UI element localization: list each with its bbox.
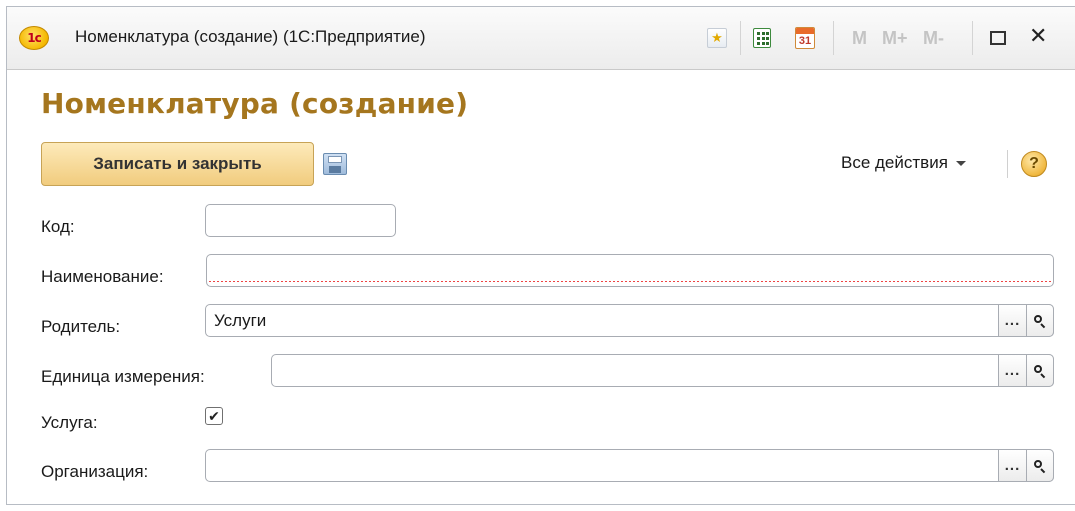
organization-search-icon[interactable] — [1026, 449, 1054, 482]
unit-search-icon[interactable] — [1026, 354, 1054, 387]
maximize-icon[interactable] — [990, 27, 1006, 49]
unit-label: Единица измерения: — [41, 367, 205, 386]
code-input[interactable] — [205, 204, 396, 237]
all-actions-menu[interactable]: Все действия — [841, 153, 966, 173]
organization-field-buttons: ... — [998, 449, 1054, 482]
organization-select-button[interactable]: ... — [998, 449, 1026, 482]
service-label: Услуга: — [41, 413, 98, 432]
toolbar-separator — [1007, 150, 1008, 178]
calendar-day: 31 — [798, 35, 812, 47]
chevron-down-icon — [955, 160, 966, 166]
favorite-icon[interactable]: ★ — [707, 27, 727, 49]
save-and-close-button[interactable]: Записать и закрыть — [41, 142, 314, 186]
name-label: Наименование: — [41, 267, 164, 286]
app-window: 1с Номенклатура (создание) (1С:Предприят… — [6, 6, 1075, 505]
unit-field-buttons: ... — [998, 354, 1054, 387]
memory-m-button[interactable]: M — [852, 27, 867, 49]
calculator-icon[interactable] — [753, 27, 771, 49]
toolbar-separator — [972, 21, 973, 55]
parent-search-icon[interactable] — [1026, 304, 1054, 337]
service-checkbox[interactable]: ✔ — [205, 407, 223, 425]
all-actions-label: Все действия — [841, 153, 948, 172]
organization-label: Организация: — [41, 462, 149, 481]
parent-label: Родитель: — [41, 317, 121, 336]
close-icon[interactable]: ✕ — [1029, 23, 1047, 48]
memory-m-minus-button[interactable]: M- — [923, 27, 944, 49]
form-title: Номенклатура (создание) — [41, 87, 469, 120]
window-title: Номенклатура (создание) (1С:Предприятие) — [75, 27, 426, 46]
help-icon[interactable]: ? — [1021, 151, 1047, 177]
calendar-icon[interactable]: 31 — [795, 27, 815, 49]
parent-field-buttons: ... — [998, 304, 1054, 337]
save-icon[interactable] — [323, 153, 347, 175]
unit-input[interactable] — [271, 354, 1054, 387]
parent-select-button[interactable]: ... — [998, 304, 1026, 337]
unit-select-button[interactable]: ... — [998, 354, 1026, 387]
toolbar-separator — [833, 21, 834, 55]
name-input[interactable] — [206, 254, 1054, 287]
memory-m-plus-button[interactable]: M+ — [882, 27, 908, 49]
title-bar: 1с Номенклатура (создание) (1С:Предприят… — [7, 7, 1075, 70]
organization-input[interactable] — [205, 449, 1054, 482]
parent-input[interactable] — [205, 304, 1054, 337]
code-label: Код: — [41, 217, 75, 236]
1c-logo-icon[interactable]: 1с — [19, 26, 49, 50]
checkmark-icon: ✔ — [208, 408, 220, 424]
logo-text: 1с — [27, 31, 41, 45]
toolbar-separator — [740, 21, 741, 55]
